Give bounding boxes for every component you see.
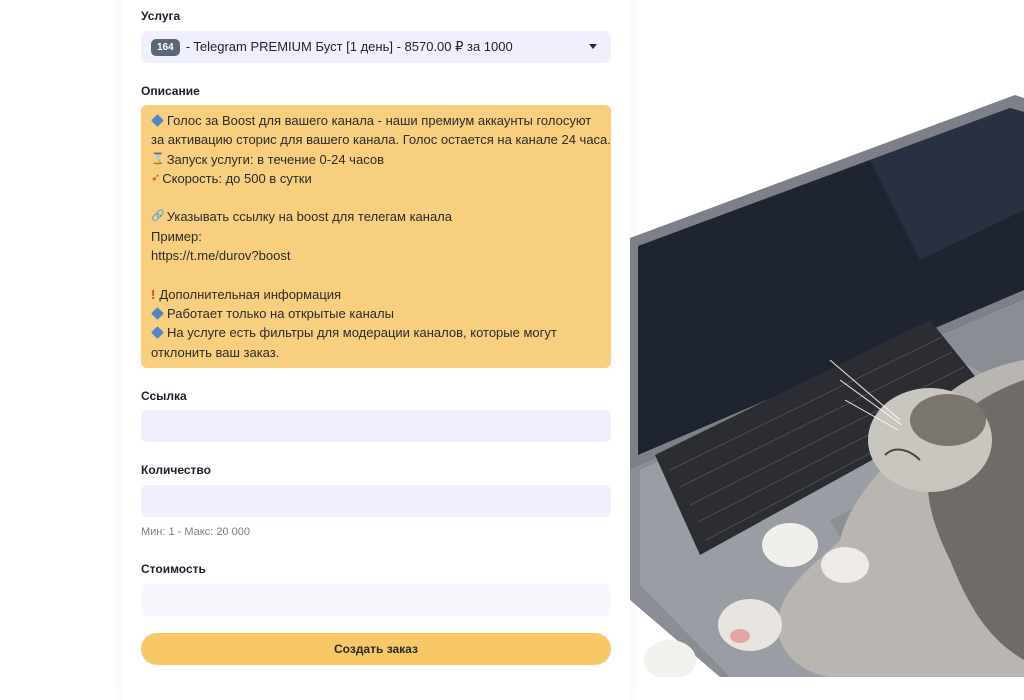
cat-on-laptop-illustration bbox=[630, 95, 1024, 677]
hourglass-icon: ⌛ bbox=[151, 152, 165, 165]
description-line: https://t.me/durov?boost bbox=[151, 248, 291, 264]
rocket-icon: ➶ bbox=[151, 171, 161, 184]
description-line: Пример: bbox=[151, 228, 202, 244]
description-line: ! Дополнительная информация bbox=[151, 285, 601, 304]
description-line: На услуге есть фильтры для модерации кан… bbox=[151, 323, 601, 342]
description-line: Работает только на открытые каналы bbox=[151, 304, 601, 323]
quantity-label: Количество bbox=[141, 463, 211, 477]
description-line: ➶ Скорость: до 500 в сутки bbox=[151, 169, 601, 188]
chevron-down-icon bbox=[589, 44, 597, 49]
service-id-badge: 164 bbox=[151, 38, 180, 56]
create-order-button[interactable]: Создать заказ bbox=[141, 633, 611, 665]
quantity-hint: Мин: 1 - Макс: 20 000 bbox=[141, 526, 250, 538]
description-line: 🔗 Указывать ссылку на boost для телегам к… bbox=[151, 207, 601, 226]
diamond-icon bbox=[151, 114, 164, 128]
service-label: Услуга bbox=[141, 9, 181, 23]
quantity-input[interactable] bbox=[141, 485, 611, 517]
description-line: ⌛ Запуск услуги: в течение 0-24 часов bbox=[151, 150, 601, 169]
diamond-icon bbox=[151, 307, 164, 320]
cost-field bbox=[141, 584, 611, 616]
link-label: Ссылка bbox=[141, 389, 187, 403]
exclamation-icon: ! bbox=[151, 286, 156, 302]
diamond-icon bbox=[151, 326, 164, 340]
description-line bbox=[151, 265, 601, 284]
link-icon: 🔗 bbox=[151, 210, 165, 223]
description-line: за активацию сторис для вашего канала. Г… bbox=[151, 132, 611, 148]
description-line bbox=[151, 188, 601, 207]
link-input[interactable] bbox=[141, 410, 611, 442]
cost-label: Стоимость bbox=[141, 562, 206, 576]
description-label: Описание bbox=[141, 84, 200, 98]
service-selected-value: - Telegram PREMIUM Буст [1 день] - 8570.… bbox=[185, 39, 513, 54]
description-box: Голос за Boost для вашего канала - наши … bbox=[141, 105, 611, 368]
service-select[interactable]: 164 - Telegram PREMIUM Буст [1 день] - 8… bbox=[141, 31, 611, 63]
description-line: Голос за Boost для вашего канала - наши … bbox=[151, 111, 601, 130]
description-line: отклонить ваш заказ. bbox=[151, 344, 280, 360]
